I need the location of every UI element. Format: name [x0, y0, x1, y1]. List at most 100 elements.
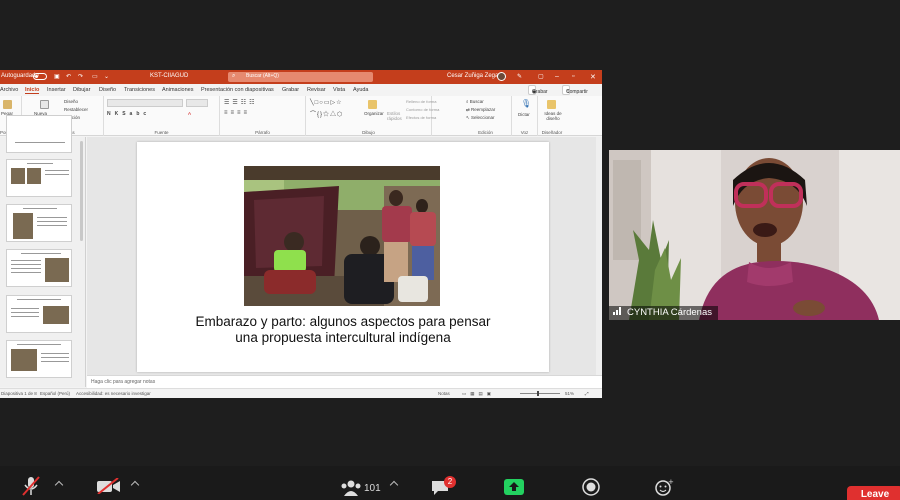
new-slide-icon[interactable]: [40, 100, 49, 109]
slide-thumbnail[interactable]: [6, 295, 72, 333]
participants-count[interactable]: 101: [364, 483, 381, 494]
powerpoint-title-bar: Autoguardado ▣ ↶ ↷ ▭ ⌄ KST-CIIAGUD ⌕ Bus…: [0, 70, 602, 84]
thumbnails-scrollbar[interactable]: [80, 141, 83, 241]
current-slide[interactable]: Embarazo y parto: algunos aspectos para …: [137, 142, 549, 372]
reset-button[interactable]: Restablecer: [64, 107, 88, 112]
thumbnail-text-line: [11, 268, 41, 269]
tab-insertar[interactable]: Insertar: [47, 87, 66, 93]
tab-diseno[interactable]: Diseño: [99, 87, 116, 93]
mute-microphone-icon[interactable]: [20, 476, 42, 496]
close-icon[interactable]: ✕: [590, 73, 596, 81]
font-group-label: Fuente: [154, 130, 169, 135]
zoom-level[interactable]: 51%: [565, 391, 574, 396]
share-label: Compartir: [566, 89, 588, 95]
photo-illustration: [244, 166, 440, 306]
slide-thumbnail[interactable]: [6, 249, 72, 287]
pen-icon[interactable]: ✎: [517, 73, 522, 80]
thumbnail-text-line: [11, 308, 39, 309]
layout-button[interactable]: Diseño: [64, 99, 78, 104]
editor-scrollbar[interactable]: [596, 137, 602, 375]
tab-archivo[interactable]: Archivo: [0, 87, 18, 93]
signal-bars-icon: [613, 307, 623, 315]
thumbnail-text-line: [11, 264, 41, 265]
participant-video[interactable]: CYNTHIA Cárdenas: [609, 150, 900, 320]
list-buttons-icon[interactable]: ☰☰☷☷: [224, 99, 258, 106]
align-buttons-icon[interactable]: ≡≡≡≡: [224, 110, 250, 116]
slide-thumbnail[interactable]: [6, 115, 72, 153]
leave-button[interactable]: Leave: [847, 486, 900, 500]
redo-icon[interactable]: ↷: [78, 73, 83, 80]
undo-icon[interactable]: ↶: [66, 73, 71, 80]
thumbnail-title: [23, 208, 57, 209]
voice-group-label: Voz: [520, 130, 529, 135]
paste-icon[interactable]: [3, 100, 12, 109]
notes-button[interactable]: Notas: [438, 391, 450, 396]
slide-thumbnail[interactable]: [6, 204, 72, 242]
zoom-slider-thumb[interactable]: [537, 391, 539, 396]
record-button[interactable]: ◉ Grabar: [528, 85, 548, 95]
maximize-icon[interactable]: ▫: [572, 73, 574, 80]
accessibility-status[interactable]: Accesibilidad: es necesario investigar: [76, 391, 151, 396]
minimize-icon[interactable]: –: [555, 73, 559, 80]
replace-button[interactable]: ⇄ Reemplazar: [466, 107, 495, 113]
thumbnail-text-line: [45, 170, 69, 171]
record-meeting-icon[interactable]: [582, 478, 600, 496]
microphone-icon[interactable]: 🎙: [521, 99, 531, 108]
autosave-toggle[interactable]: [33, 73, 47, 80]
arrange-label: Organizar: [364, 111, 384, 116]
tab-grabar[interactable]: Grabar: [282, 87, 299, 93]
thumbnail-text-line: [11, 260, 41, 261]
tab-dibujar[interactable]: Dibujar: [73, 87, 90, 93]
video-options-chevron-icon[interactable]: [130, 480, 140, 490]
tab-animaciones[interactable]: Animaciones: [162, 87, 194, 93]
drawing-group-label: Dibujo: [362, 130, 375, 135]
thumbnail-image: [11, 168, 25, 184]
design-ideas-icon[interactable]: [547, 100, 556, 109]
avatar[interactable]: [497, 72, 506, 81]
designer-group: Ideas de diseño Diseñador: [538, 96, 566, 136]
font-family-box[interactable]: [107, 99, 183, 107]
share-button[interactable]: ⇪ Compartir: [562, 85, 588, 95]
thumbnail-text-line: [41, 353, 69, 354]
notes-pane[interactable]: Haga clic para agregar notas: [87, 375, 602, 388]
share-screen-icon[interactable]: [503, 478, 525, 496]
arrange-icon[interactable]: [368, 100, 377, 109]
search-box[interactable]: ⌕ Buscar (Alt+Q): [228, 72, 373, 82]
view-buttons-icon[interactable]: ▭▦▤▣: [462, 391, 495, 397]
tab-inicio[interactable]: Inicio: [25, 87, 40, 94]
tab-transiciones[interactable]: Transiciones: [124, 87, 155, 93]
tab-ayuda[interactable]: Ayuda: [353, 87, 369, 93]
participants-icon[interactable]: [340, 480, 362, 496]
file-name: KST-CIIAGUD: [150, 73, 189, 79]
audio-options-chevron-icon[interactable]: [54, 480, 64, 490]
present-icon[interactable]: ▭: [92, 73, 98, 80]
tab-vista[interactable]: Vista: [333, 87, 345, 93]
participants-chevron-icon[interactable]: [389, 480, 399, 490]
reactions-icon[interactable]: +: [654, 478, 674, 496]
design-ideas-label: Ideas de diseño: [544, 111, 562, 121]
font-size-box[interactable]: [186, 99, 208, 107]
tab-revisar[interactable]: Revisar: [307, 87, 326, 93]
font-color-icon[interactable]: A: [188, 111, 191, 116]
shapes-gallery-row2-icon[interactable]: ⌒{}☆△⬡: [310, 109, 343, 118]
thumbnail-text-line: [41, 361, 69, 362]
customize-icon[interactable]: ⌄: [104, 73, 109, 80]
find-button[interactable]: ⌕ Buscar: [466, 99, 484, 104]
zoom-slider[interactable]: [520, 393, 560, 394]
language-status[interactable]: Español (Perú): [40, 391, 70, 396]
slide-title[interactable]: Embarazo y parto: algunos aspectos para …: [177, 314, 509, 346]
format-buttons-icon[interactable]: NKSabc: [107, 111, 150, 117]
slide-thumbnail[interactable]: [6, 340, 72, 378]
voice-group: 🎙 Dictar Voz: [512, 96, 538, 136]
participant-name: CYNTHIA Cárdenas: [627, 307, 713, 318]
tab-presentacion[interactable]: Presentación con diapositivas: [201, 87, 274, 93]
shapes-gallery-icon[interactable]: ╲□○▭▷☆: [310, 99, 343, 106]
save-icon[interactable]: ▣: [54, 73, 60, 80]
select-button[interactable]: ↖ Seleccionar: [466, 115, 495, 121]
ribbon-options-icon[interactable]: ▢: [538, 73, 544, 80]
quick-styles-label[interactable]: Estilos rápidos: [387, 111, 405, 121]
stop-video-icon[interactable]: [96, 478, 122, 494]
slide-thumbnail[interactable]: [6, 159, 72, 197]
thumbnail-title: [17, 299, 61, 300]
fit-slide-icon[interactable]: ⤢: [585, 391, 589, 396]
